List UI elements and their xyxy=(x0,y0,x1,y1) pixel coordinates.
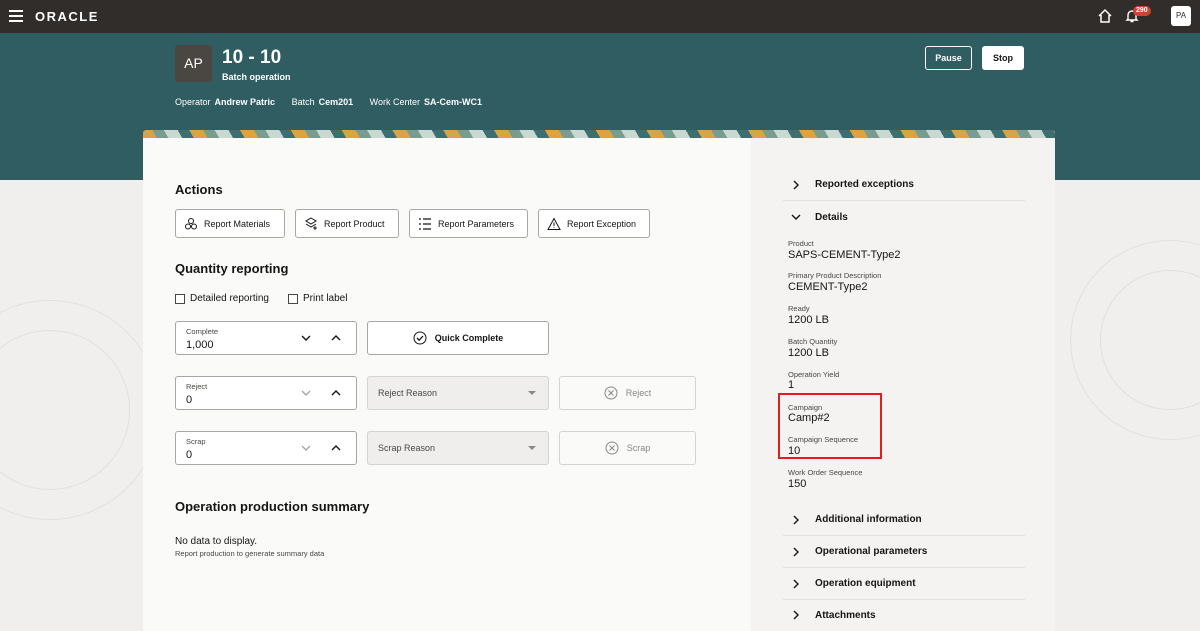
chevron-up-icon[interactable] xyxy=(331,333,341,343)
user-avatar[interactable]: PA xyxy=(1171,6,1191,26)
field-value: 1200 LB xyxy=(788,314,829,326)
list-icon xyxy=(419,217,431,230)
quantity-heading: Quantity reporting xyxy=(175,261,289,276)
chevron-up-icon[interactable] xyxy=(331,443,341,453)
field-label: Batch Quantity xyxy=(788,337,838,346)
operation-meta: Operator Andrew Patric Batch Cem201 Work C… xyxy=(175,97,483,107)
check-circle-icon xyxy=(413,331,427,345)
no-data-text: No data to display. xyxy=(175,536,258,547)
notification-badge: 290 xyxy=(1133,6,1151,16)
checkbox-box[interactable] xyxy=(288,293,298,304)
close-circle-icon xyxy=(604,386,618,400)
reject-reason-select[interactable]: Reject Reason xyxy=(367,376,549,410)
report-materials-button[interactable]: Report Materials xyxy=(175,209,285,238)
field-value: 1 xyxy=(788,379,795,391)
operation-equipment-section[interactable]: Operation equipment xyxy=(783,568,1025,600)
stop-button[interactable]: Stop xyxy=(982,46,1024,70)
reject-button[interactable]: Reject xyxy=(559,376,696,410)
report-parameters-button[interactable]: Report Parameters xyxy=(409,209,528,238)
field-label: Operation Yield xyxy=(788,370,840,379)
close-circle-icon xyxy=(605,441,619,455)
field-value: CEMENT-Type2 xyxy=(788,281,868,293)
materials-icon xyxy=(185,217,197,229)
work-center-value: SA-Cem-WC1 xyxy=(424,97,483,107)
reject-stepper[interactable]: Reject 0 xyxy=(175,376,357,410)
operational-parameters-section[interactable]: Operational parameters xyxy=(783,536,1025,568)
checkbox-box[interactable] xyxy=(175,293,185,304)
field-label: Product xyxy=(788,239,814,248)
highlight-box xyxy=(778,393,882,459)
chevron-down-icon[interactable] xyxy=(301,443,311,453)
reported-exceptions-section[interactable]: Reported exceptions xyxy=(783,169,1025,201)
home-icon[interactable] xyxy=(1097,8,1113,24)
attachments-section[interactable]: Attachments xyxy=(783,599,1025,631)
chevron-down-icon xyxy=(791,214,801,220)
additional-information-section[interactable]: Additional information xyxy=(783,504,1025,536)
chevron-up-icon[interactable] xyxy=(331,388,341,398)
field-label: Work Order Sequence xyxy=(788,468,863,477)
page-title: 10 - 10 xyxy=(222,47,282,68)
report-exception-button[interactable]: Report Exception xyxy=(538,209,650,238)
actions-heading: Actions xyxy=(175,182,223,197)
menu-icon[interactable] xyxy=(9,10,23,22)
operation-avatar: AP xyxy=(175,45,212,82)
field-value: SAPS-CEMENT-Type2 xyxy=(788,249,901,261)
field-label: Ready xyxy=(788,304,810,313)
quick-complete-button[interactable]: Quick Complete xyxy=(367,321,549,355)
field-label: Primary Product Description xyxy=(788,271,882,280)
scrap-reason-select[interactable]: Scrap Reason xyxy=(367,431,549,465)
warning-icon xyxy=(547,216,561,230)
operator-value: Andrew Patric xyxy=(214,97,276,107)
product-icon xyxy=(305,216,317,230)
chevron-down-icon[interactable] xyxy=(301,333,311,343)
caret-down-icon xyxy=(528,446,536,450)
chevron-right-icon xyxy=(793,610,799,620)
chevron-right-icon xyxy=(793,180,799,189)
chevron-right-icon xyxy=(793,515,799,524)
chevron-down-icon[interactable] xyxy=(301,388,311,398)
no-data-hint: Report production to generate summary da… xyxy=(175,549,325,558)
detailed-reporting-checkbox[interactable]: Detailed reporting xyxy=(175,293,269,304)
top-bar: ORACLE 290 PA xyxy=(0,0,1200,33)
scrap-stepper[interactable]: Scrap 0 xyxy=(175,431,357,465)
field-value: 1200 LB xyxy=(788,347,829,359)
field-value: 150 xyxy=(788,478,807,490)
report-product-button[interactable]: Report Product xyxy=(295,209,399,238)
page-subtitle: Batch operation xyxy=(222,72,291,82)
chevron-right-icon xyxy=(793,547,799,556)
batch-value: Cem201 xyxy=(318,97,354,107)
caret-down-icon xyxy=(528,391,536,395)
print-label-checkbox[interactable]: Print label xyxy=(288,293,347,304)
details-section[interactable]: Details xyxy=(783,201,1025,233)
oracle-logo[interactable]: ORACLE xyxy=(35,9,99,24)
decorative-banner xyxy=(143,130,1055,138)
summary-heading: Operation production summary xyxy=(175,499,370,514)
scrap-button[interactable]: Scrap xyxy=(559,431,696,465)
pause-button[interactable]: Pause xyxy=(925,46,972,70)
complete-stepper[interactable]: Complete 1,000 xyxy=(175,321,357,355)
chevron-right-icon xyxy=(793,579,799,588)
